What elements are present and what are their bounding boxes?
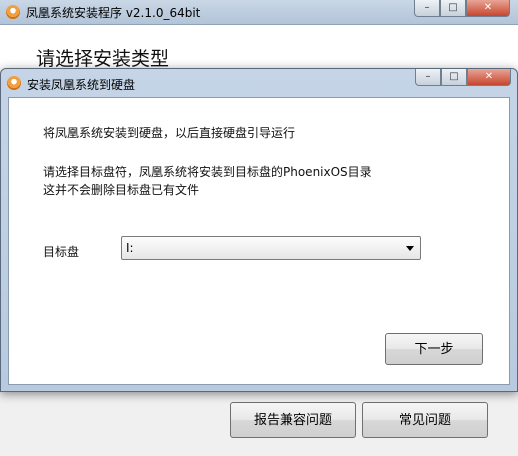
faq-button[interactable]: 常见问题 [362,402,488,438]
dialog-close-button[interactable]: ✕ [467,69,511,86]
report-compat-button[interactable]: 报告兼容问题 [230,402,356,438]
close-icon: ✕ [484,71,494,82]
main-window-title: 凤凰系统安装程序 v2.1.0_64bit [26,6,201,20]
main-window-caption-buttons: – □ ✕ [414,0,510,18]
install-type-heading: 请选择安装类型 [36,48,170,70]
target-disk-select[interactable]: I: [121,236,421,260]
install-description: 将凤凰系统安装到硬盘，以后直接硬盘引导运行 [43,126,296,140]
main-window-titlebar[interactable]: 凤凰系统安装程序 v2.1.0_64bit – □ ✕ [0,0,518,25]
no-delete-note: 这并不会删除目标盘已有文件 [43,183,200,197]
phoenix-app-icon [7,76,21,90]
main-close-button[interactable]: ✕ [466,0,510,17]
next-button[interactable]: 下一步 [385,333,483,365]
chevron-down-icon [406,246,414,251]
target-instruction: 请选择目标盘符，凤凰系统将安装到目标盘的PhoenixOS目录 [43,165,372,179]
install-to-disk-dialog: 安装凤凰系统到硬盘 – □ ✕ 将凤凰系统安装到硬盘，以后直接硬盘引导运行 请选… [0,68,518,392]
target-disk-value: I: [126,241,134,255]
dialog-caption-buttons: – □ ✕ [415,69,511,87]
dialog-maximize-button[interactable]: □ [441,69,467,86]
minimize-icon: – [424,2,430,13]
main-maximize-button[interactable]: □ [440,0,466,17]
dialog-titlebar[interactable]: 安装凤凰系统到硬盘 – □ ✕ [1,69,517,95]
dialog-minimize-button[interactable]: – [415,69,441,86]
close-icon: ✕ [483,2,493,13]
maximize-icon: □ [449,71,459,82]
target-disk-label: 目标盘 [43,245,80,259]
dialog-title: 安装凤凰系统到硬盘 [27,78,136,92]
maximize-icon: □ [448,2,458,13]
dialog-content: 将凤凰系统安装到硬盘，以后直接硬盘引导运行 请选择目标盘符，凤凰系统将安装到目标… [8,97,510,385]
phoenix-app-icon [6,5,20,19]
minimize-icon: – [425,71,431,82]
main-minimize-button[interactable]: – [414,0,440,17]
